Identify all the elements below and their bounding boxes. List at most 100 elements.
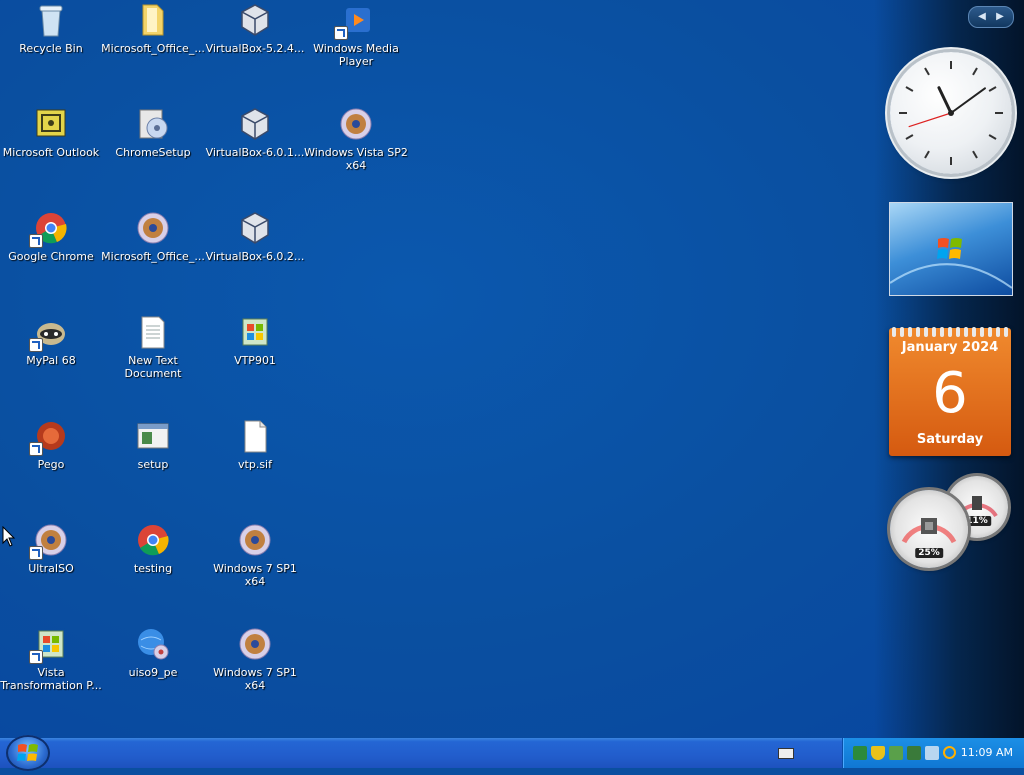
folder-icon (135, 2, 171, 38)
icon-label: Windows Vista SP2 x64 (304, 146, 408, 172)
desktop-icon-win7-sp1-b[interactable]: Windows 7 SP1 x64 (203, 626, 307, 692)
uiso-icon (135, 626, 171, 662)
shortcut-arrow-icon (29, 442, 43, 456)
virtualbox-icon (237, 106, 273, 142)
disc-image-icon (237, 522, 273, 558)
shortcut-arrow-icon (29, 234, 43, 248)
vtp-icon (237, 314, 273, 350)
icon-label: UltraISO (28, 562, 74, 575)
calendar-gadget[interactable]: January 2024 6 Saturday (889, 327, 1011, 456)
icon-label: ChromeSetup (115, 146, 191, 159)
icon-label: VTP901 (234, 354, 276, 367)
clock-tick (924, 150, 930, 159)
clock-hour-hand (937, 86, 953, 115)
desktop-icon-setup[interactable]: setup (101, 418, 205, 471)
windows-logo-icon (889, 238, 1013, 289)
desktop-icon-virtualbox-601[interactable]: VirtualBox-6.0.1... (203, 106, 307, 159)
desktop-icon-testing[interactable]: testing (101, 522, 205, 575)
icon-label: Windows 7 SP1 x64 (213, 562, 297, 588)
desktop-icon-google-chrome[interactable]: Google Chrome (0, 210, 103, 263)
calendar-month: January 2024 (901, 340, 999, 355)
next-icon[interactable]: ▶ (993, 10, 1007, 24)
desktop-icon-windows-media-player[interactable]: Windows Media Player (304, 2, 408, 68)
previous-icon[interactable]: ◀ (975, 10, 989, 24)
text-document-icon (135, 314, 171, 350)
clock-minute-hand (950, 87, 986, 114)
icon-label: VirtualBox-5.2.4... (205, 42, 305, 55)
system-tray: 11:09 AM (842, 738, 1024, 768)
outlook-icon (33, 106, 69, 142)
media-player-icon (334, 2, 374, 40)
clock-tick (905, 134, 914, 140)
icon-label: New Text Document (124, 354, 182, 380)
cpu-gauge: 25% (890, 490, 968, 568)
cpu-percent: 25% (915, 548, 943, 558)
chrome-icon (135, 522, 171, 558)
mypal-icon (29, 314, 69, 352)
slideshow-gadget[interactable] (889, 202, 1013, 296)
installer-icon (135, 106, 171, 142)
calendar-rings (889, 322, 1011, 337)
clock-tick (988, 134, 997, 140)
desktop-icon-win7-sp1-a[interactable]: Windows 7 SP1 x64 (203, 522, 307, 588)
taskbar: 11:09 AM (0, 735, 1024, 771)
icon-label: Windows Media Player (313, 42, 399, 68)
start-button[interactable] (6, 735, 50, 771)
desktop-icon-chromesetup[interactable]: ChromeSetup (101, 106, 205, 159)
search-icon[interactable] (943, 746, 956, 759)
icon-label: setup (137, 458, 169, 471)
icon-label: VirtualBox-6.0.1... (205, 146, 305, 159)
calendar-weekday: Saturday (916, 432, 984, 447)
taskbar-clock[interactable]: 11:09 AM (961, 746, 1013, 759)
desktop-icon-new-text-document[interactable]: New Text Document (101, 314, 205, 380)
icon-label: Microsoft_Office_... (101, 42, 205, 55)
desktop-icon-vtp-sif[interactable]: vtp.sif (203, 418, 307, 471)
icon-label: Pego (37, 458, 65, 471)
icon-label: VirtualBox-6.0.2... (205, 250, 305, 263)
disc-image-icon (135, 210, 171, 246)
display-icon[interactable] (907, 746, 921, 760)
clock-tick (972, 67, 978, 76)
desktop-icon-mypal[interactable]: MyPal 68 (0, 314, 103, 367)
icon-label: testing (133, 562, 173, 575)
file-icon (237, 418, 273, 454)
clock-face (899, 61, 1003, 165)
clock-tick (924, 67, 930, 76)
keyboard-icon[interactable] (778, 748, 794, 759)
desktop-icon-outlook[interactable]: Microsoft Outlook (0, 106, 103, 159)
security-shield-icon[interactable] (871, 746, 885, 760)
icon-label: Vista Transformation P... (0, 666, 102, 692)
clock-tick (905, 86, 914, 92)
clock-second-hand (908, 112, 952, 128)
clock-tick (972, 150, 978, 159)
desktop-icon-pego[interactable]: Pego (0, 418, 103, 471)
icon-label: MyPal 68 (26, 354, 76, 367)
desktop-icon-office-iso[interactable]: Microsoft_Office_... (101, 210, 205, 263)
network-icon[interactable] (853, 746, 867, 760)
virtualbox-icon (237, 2, 273, 38)
update-icon[interactable] (889, 746, 903, 760)
desktop-icon-vtp901[interactable]: VTP901 (203, 314, 307, 367)
recycle-bin-icon (33, 2, 69, 38)
shortcut-arrow-icon (334, 26, 348, 40)
shortcut-arrow-icon (29, 338, 43, 352)
desktop-icon-vista-sp2[interactable]: Windows Vista SP2 x64 (304, 106, 408, 172)
desktop-icon-uiso9-pe[interactable]: uiso9_pe (101, 626, 205, 679)
mouse-cursor-icon (2, 526, 16, 547)
desktop-icon-office-folder[interactable]: Microsoft_Office_... (101, 2, 205, 55)
disc-image-icon (338, 106, 374, 142)
vtp-icon (29, 626, 69, 664)
chrome-icon (29, 210, 69, 248)
desktop-icon-virtualbox-602[interactable]: VirtualBox-6.0.2... (203, 210, 307, 263)
window-icon[interactable] (925, 746, 939, 760)
ultraiso-icon (29, 522, 69, 560)
desktop-icon-virtualbox-524[interactable]: VirtualBox-5.2.4... (203, 2, 307, 55)
sidebar-nav[interactable]: ◀ ▶ (968, 6, 1014, 28)
desktop[interactable]: Recycle Bin Microsoft Outlook Google Chr… (0, 0, 1024, 738)
desktop-icon-vista-transformation[interactable]: Vista Transformation P... (0, 626, 103, 692)
clock-gadget[interactable] (890, 52, 1012, 174)
icon-label: Windows 7 SP1 x64 (213, 666, 297, 692)
setup-icon (135, 418, 171, 454)
desktop-icon-recycle-bin[interactable]: Recycle Bin (0, 2, 103, 55)
cpu-meter-gadget[interactable]: 11% 25% (888, 474, 1014, 574)
